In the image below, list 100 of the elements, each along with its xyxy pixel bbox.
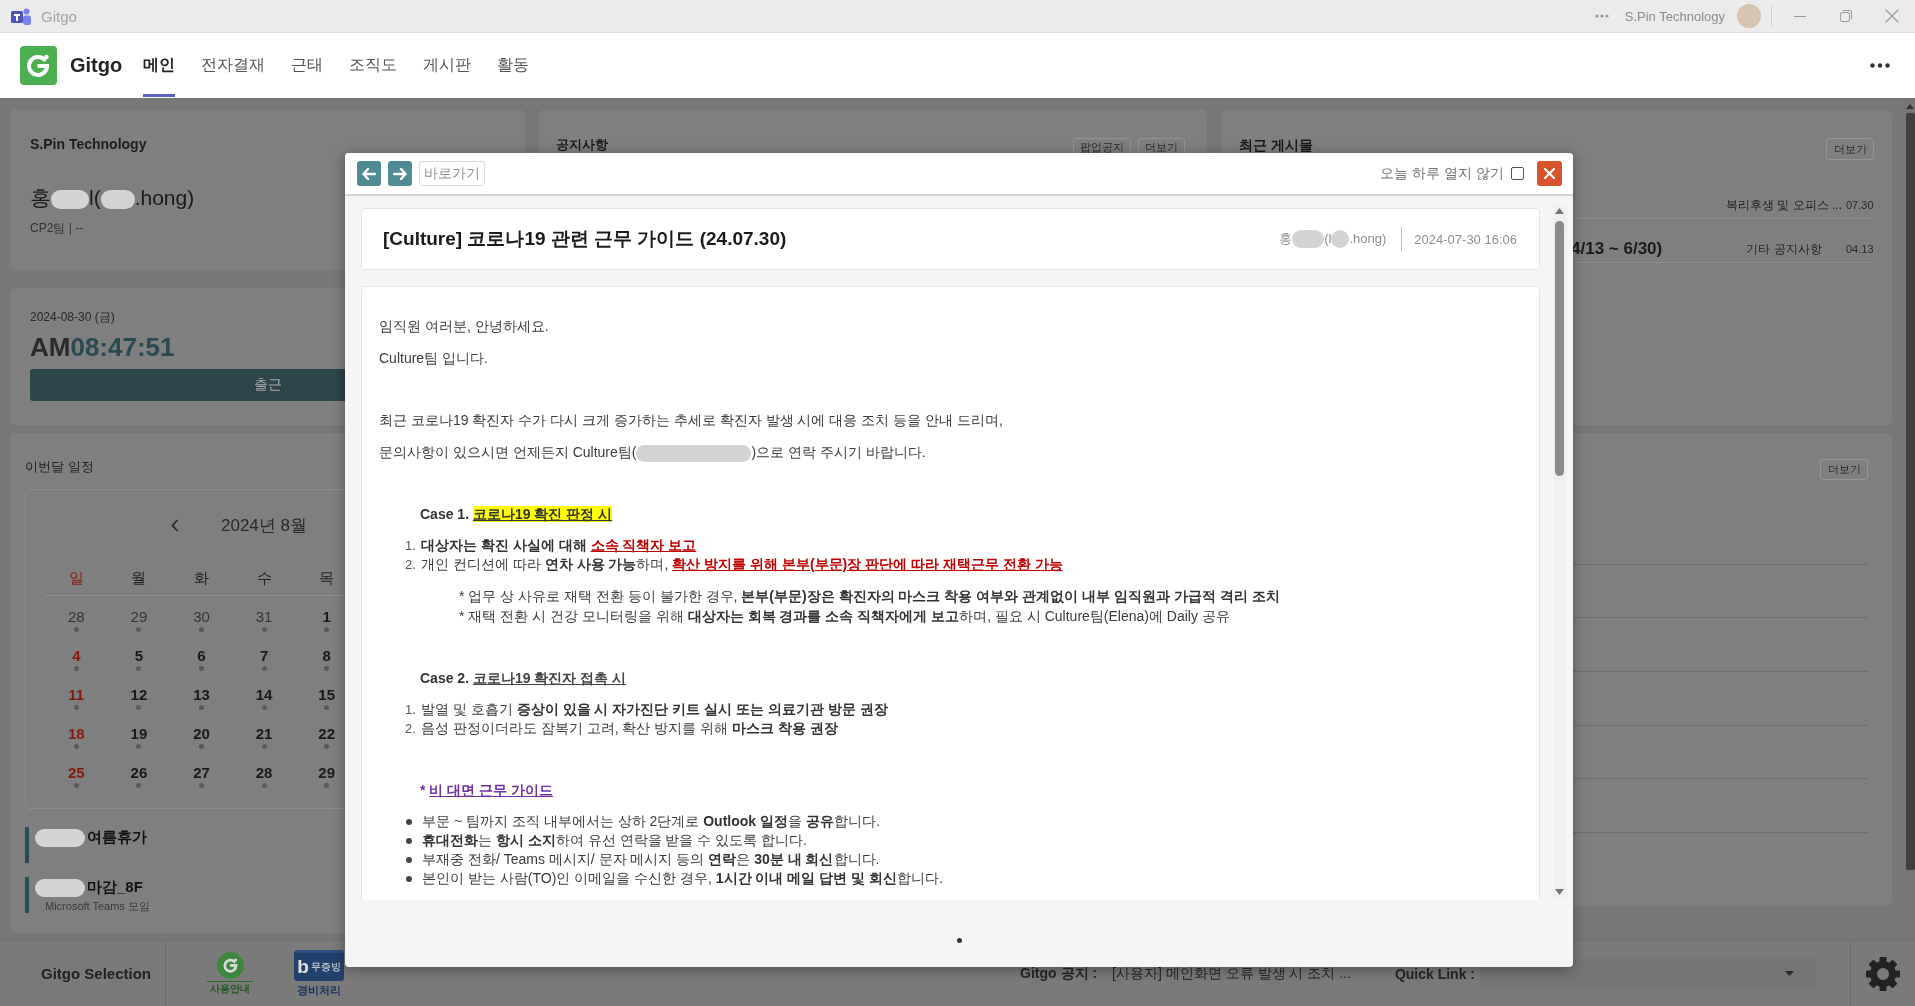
dont-show-label[interactable]: 오늘 하루 열지 않기 [1380, 164, 1504, 183]
dot-icon [324, 783, 330, 788]
scrollbar[interactable] [1553, 204, 1566, 899]
calendar-day[interactable]: 13 [193, 686, 210, 704]
post-title[interactable]: 4/13 ~ 6/30) [1571, 239, 1663, 258]
body-paragraph: 최근 코로나19 확진자 수가 다시 크게 증가하는 추세로 확진자 발생 시에 대응 조치 등을 안내 드리며, [379, 411, 1004, 430]
nav-tab[interactable]: 활동 [484, 33, 543, 98]
card-title: 이번달 일정 [25, 459, 95, 475]
calendar-day[interactable]: 14 [255, 686, 273, 704]
calendar-day[interactable]: 6 [197, 647, 206, 665]
quick-link-select[interactable] [1480, 958, 1816, 989]
calendar-day[interactable]: 15 [318, 686, 335, 704]
list-item-text: 개인 컨디션에 따라 연차 사용 가능하며, 확산 방지를 위해 본부(부문)장 판단에 따라 재택근무 전환 가능 [421, 555, 1063, 574]
weekday-label: 목 [318, 568, 336, 588]
dot-icon [261, 705, 267, 710]
avatar [1737, 4, 1761, 28]
notice-label: Gitgo 공지 : [1020, 964, 1098, 983]
calendar-day[interactable]: 12 [130, 686, 148, 704]
card-title: 최근 게시물 [1239, 138, 1313, 152]
weekday-label: 화 [193, 568, 210, 588]
post-title: [Culture] 코로나19 관련 근무 가이드 (24.07.30) [383, 227, 787, 251]
list-number: 2. [405, 720, 417, 738]
caret-icon [1785, 971, 1794, 976]
settings-icon[interactable] [1866, 956, 1900, 991]
page-dot-icon[interactable] [956, 938, 962, 943]
quick-link-label: Quick Link : [1394, 965, 1475, 982]
calendar-day[interactable]: 29 [130, 608, 148, 626]
user-name: 홍 l( .hong) [30, 185, 195, 211]
calendar-day[interactable]: 8 [322, 647, 331, 665]
dot-icon [136, 627, 142, 632]
dot-icon [73, 666, 79, 671]
app-icon [11, 7, 31, 25]
dot-icon [73, 627, 79, 632]
scroll-down-icon[interactable] [1555, 889, 1564, 895]
dot-icon [199, 666, 204, 671]
post-date: 04.13 [1846, 242, 1874, 257]
dot-icon [199, 783, 204, 788]
section-heading: Case 1. 코로나19 확진 판정 시 [419, 505, 614, 524]
scrollbar-thumb[interactable] [1555, 221, 1564, 476]
close-icon [1544, 168, 1555, 179]
calendar-day[interactable]: 20 [193, 725, 210, 743]
logo-icon [20, 46, 57, 85]
calendar-day[interactable]: 7 [259, 647, 269, 665]
shortcut-button[interactable]: 바로가기 [419, 161, 485, 186]
calendar-day[interactable]: 19 [130, 725, 148, 743]
calendar-day[interactable]: 11 [68, 686, 85, 704]
chevron-left-icon[interactable] [171, 519, 179, 532]
scroll-up-icon[interactable] [1555, 208, 1564, 214]
minimize-icon[interactable] [1794, 15, 1806, 17]
nav-tab[interactable]: 게시판 [410, 33, 485, 98]
more-button[interactable]: 더보기 [1826, 138, 1874, 160]
calendar-day[interactable]: 28 [67, 608, 85, 626]
list-number: 2. [405, 556, 417, 574]
calendar-day[interactable]: 29 [318, 764, 335, 782]
dot-icon [199, 627, 204, 632]
nav-tab[interactable]: 전자결재 [188, 33, 279, 98]
back-button[interactable] [357, 161, 381, 186]
arrow-left-icon [362, 167, 376, 180]
weekday-label: 월 [130, 568, 148, 588]
more-icon[interactable] [1870, 63, 1890, 68]
scroll-up-icon[interactable] [1906, 104, 1914, 109]
restore-icon[interactable] [1840, 10, 1852, 22]
calendar-day[interactable]: 1 [322, 608, 331, 626]
more-button[interactable]: 더보기 [1820, 459, 1868, 480]
close-button[interactable] [1537, 161, 1562, 186]
calendar-day[interactable]: 4 [72, 647, 81, 665]
event-subtitle: Microsoft Teams 모임 [44, 899, 151, 914]
checkbox[interactable] [1511, 167, 1524, 180]
dot-icon [324, 744, 330, 749]
post-author: 홍 (l .hong) [1279, 229, 1387, 249]
body-paragraph: Culture팀 입니다. [379, 349, 489, 368]
calendar-day[interactable]: 26 [130, 764, 148, 782]
notice-link[interactable]: [사용자] 메인화면 오류 발생 시 조치 ... [1112, 964, 1351, 983]
company-name: S.Pin Technology [30, 135, 147, 153]
calendar-day[interactable]: 27 [193, 764, 210, 782]
bullet-icon [406, 818, 412, 825]
clock-time: AM08:47:51 [30, 332, 175, 362]
dot-icon [136, 744, 142, 749]
weekday-label: 일 [67, 568, 85, 588]
body-paragraph: 임직원 여러분, 안녕하세요. [379, 317, 550, 336]
calendar-day[interactable]: 28 [255, 764, 273, 782]
calendar-day[interactable]: 21 [255, 725, 273, 743]
calendar-day[interactable]: 22 [318, 725, 335, 743]
dot-icon [199, 744, 204, 749]
dot-icon [73, 744, 79, 749]
bullet-icon [406, 875, 412, 882]
calendar-day[interactable]: 5 [134, 647, 144, 665]
dot-icon [261, 627, 267, 632]
calendar-day[interactable]: 31 [255, 608, 273, 626]
close-icon[interactable] [1885, 9, 1899, 23]
calendar-day[interactable]: 18 [67, 725, 85, 743]
date-label: 2024-08-30 (금) [30, 309, 115, 325]
nav-tab[interactable]: 근태 [278, 33, 337, 98]
calendar-day[interactable]: 25 [67, 764, 85, 782]
calendar-day[interactable]: 30 [193, 608, 210, 626]
bullet-icon [406, 837, 412, 844]
list-item-text: 대상자는 확진 사실에 대해 소속 직책자 보고 [421, 536, 697, 555]
nav-tab[interactable]: 조직도 [336, 33, 411, 98]
section-title: Gitgo Selection [41, 965, 151, 982]
forward-button[interactable] [388, 161, 412, 186]
